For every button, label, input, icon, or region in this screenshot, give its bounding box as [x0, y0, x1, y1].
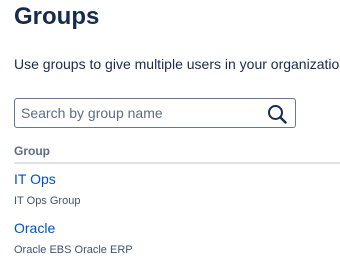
table-row: IT Ops IT Ops Group — [14, 170, 340, 219]
group-description: IT Ops Group — [14, 195, 81, 207]
search-input[interactable] — [21, 101, 261, 125]
group-list: IT Ops IT Ops Group Oracle Oracle EBS Or… — [14, 170, 340, 268]
group-description: Oracle EBS Oracle ERP — [14, 244, 133, 256]
group-name-link[interactable]: Oracle — [14, 220, 55, 236]
page-description: Use groups to give multiple users in you… — [14, 56, 340, 72]
group-name-link[interactable]: IT Ops — [14, 171, 56, 187]
group-column-header: Group — [14, 144, 340, 164]
search-box — [14, 98, 296, 128]
page-title: Groups — [14, 3, 100, 30]
groups-page: Groups Use groups to give multiple users… — [14, 0, 340, 270]
search-icon[interactable] — [267, 104, 287, 124]
table-row: Oracle Oracle EBS Oracle ERP — [14, 219, 340, 268]
